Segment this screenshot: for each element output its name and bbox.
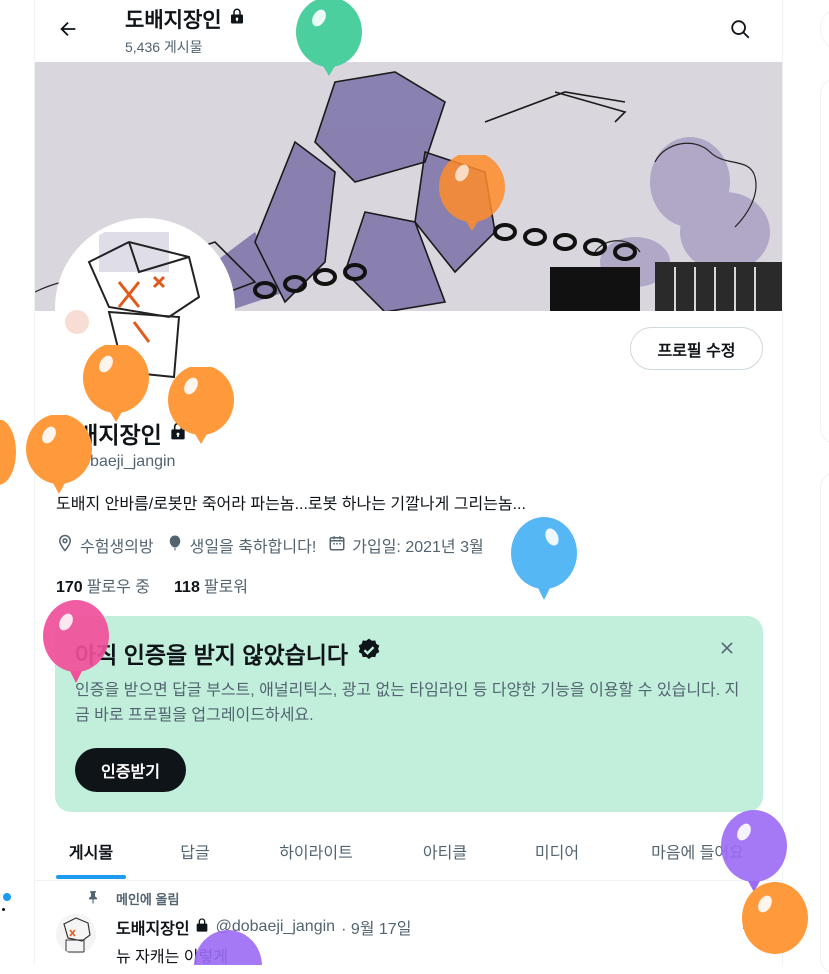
profile-header: 도배지장인 5,436 게시물 — [35, 0, 782, 62]
verified-badge-icon — [356, 637, 382, 669]
location-pin-icon — [56, 534, 74, 557]
following-count: 170 — [56, 579, 83, 596]
following-label: 팔로우 중 — [86, 579, 151, 596]
search-icon[interactable] — [723, 12, 757, 46]
following-link[interactable]: 170 팔로우 중 — [56, 573, 150, 597]
more-options-icon[interactable]: ··· — [741, 917, 762, 938]
verification-title-row: 아직 인증을 받지 않았습니다 — [75, 636, 382, 670]
tab-likes[interactable]: 마음에 들어요 — [613, 822, 782, 880]
right-panel-card — [820, 472, 829, 974]
lock-icon — [168, 420, 188, 447]
notification-dot — [3, 893, 11, 901]
post-header: 도배지장인 @dobaeji_jangin · 9월 17일 — [116, 915, 411, 939]
tab-posts[interactable]: 게시물 — [35, 822, 147, 880]
tab-highlights[interactable]: 하이라이트 — [243, 822, 389, 880]
followers-label: 팔로워 — [203, 579, 249, 596]
header-name: 도배지장인 — [125, 9, 222, 32]
get-verified-button[interactable]: 인증받기 — [75, 748, 186, 792]
post-author-name[interactable]: 도배지장인 — [116, 915, 190, 939]
birthday-text: 생일을 축하합니다! — [189, 539, 317, 556]
follow-stats: 170 팔로우 중 118 팔로워 — [56, 573, 248, 597]
post-author-handle[interactable]: @dobaeji_jangin — [216, 918, 335, 936]
profile-bio: 도배지 안바름/로봇만 죽어라 파는놈...로봇 하나는 기깔나게 그리는놈..… — [56, 496, 526, 513]
column-border-right — [782, 0, 783, 965]
birthday-item: 생일을 축하합니다! — [166, 533, 317, 557]
verification-description: 인증을 받으면 답글 부스트, 애널리틱스, 광고 없는 타임라인 등 다양한 … — [75, 682, 740, 724]
followers-count: 118 — [174, 579, 200, 596]
profile-handle: @dobaeji_jangin — [56, 453, 176, 470]
tab-media[interactable]: 미디어 — [501, 822, 613, 880]
joined-item: 가입일: 2021년 3월 — [328, 533, 484, 557]
post-count: 5,436 게시물 — [125, 39, 203, 55]
lock-icon — [194, 917, 210, 938]
lock-icon — [228, 7, 246, 31]
profile-meta: 수험생의방 생일을 축하합니다! 가입일: 2021년 3월 — [56, 533, 496, 557]
profile-avatar[interactable] — [55, 218, 235, 398]
edit-profile-button[interactable]: 프로필 수정 — [630, 327, 763, 370]
dot-marker — [2, 908, 5, 911]
calendar-icon — [328, 534, 346, 557]
tab-articles[interactable]: 아티클 — [389, 822, 501, 880]
location-item: 수험생의방 — [56, 533, 154, 557]
profile-tabs: 게시물 답글 하이라이트 아티클 미디어 마음에 들어요 — [35, 822, 782, 881]
location-text: 수험생의방 — [80, 539, 154, 556]
profile-name-row: 도배지장인 — [56, 416, 188, 450]
verification-title: 아직 인증을 받지 않았습니다 — [75, 642, 349, 668]
balloon-icon — [166, 534, 184, 557]
right-panel-card — [820, 78, 829, 444]
right-search-box[interactable] — [820, 8, 829, 50]
post-author-avatar[interactable] — [56, 914, 96, 954]
tab-replies[interactable]: 답글 — [147, 822, 243, 880]
header-title: 도배지장인 — [125, 4, 246, 34]
balloon-icon — [511, 517, 577, 600]
pin-icon — [86, 889, 100, 908]
close-icon[interactable] — [715, 636, 739, 660]
active-tab-indicator — [56, 875, 126, 879]
pinned-label-row: 메인에 올림 — [86, 889, 179, 908]
profile-name: 도배지장인 — [56, 422, 162, 448]
back-arrow-icon[interactable] — [51, 12, 85, 46]
verification-card: 아직 인증을 받지 않았습니다 인증을 받으면 답글 부스트, 애널리틱스, 광… — [55, 616, 763, 812]
post-text: 뉴 자캐는 이렇게 — [116, 949, 228, 966]
balloon-icon — [0, 420, 16, 485]
joined-text: 가입일: 2021년 3월 — [352, 539, 484, 556]
followers-link[interactable]: 118 팔로워 — [174, 573, 248, 597]
post-date[interactable]: · 9월 17일 — [341, 915, 411, 939]
pinned-text: 메인에 올림 — [116, 892, 180, 907]
